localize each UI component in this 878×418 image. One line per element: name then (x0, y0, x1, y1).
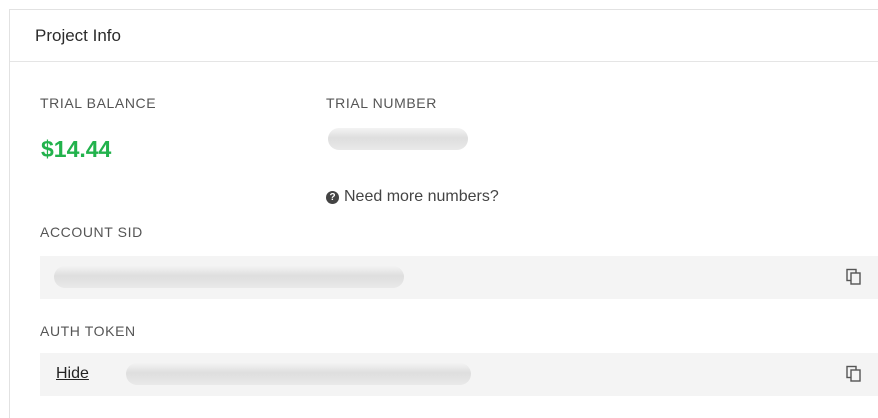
auth-token-redacted (126, 363, 471, 385)
need-more-numbers-link[interactable]: ? Need more numbers? (326, 188, 499, 206)
project-info-panel: Project Info TRIAL BALANCE $14.44 TRIAL … (9, 9, 878, 418)
account-sid-field (40, 256, 878, 299)
trial-number-label: TRIAL NUMBER (326, 95, 437, 111)
question-circle-icon: ? (326, 190, 339, 204)
panel-header: Project Info (10, 10, 878, 62)
trial-balance-value: $14.44 (41, 136, 112, 162)
hide-auth-token-link[interactable]: Hide (56, 365, 89, 383)
panel-title: Project Info (35, 25, 121, 45)
account-sid-label: ACCOUNT SID (40, 224, 143, 240)
trial-balance-label: TRIAL BALANCE (40, 95, 157, 111)
account-sid-redacted (54, 266, 404, 288)
copy-icon[interactable] (845, 268, 863, 286)
copy-icon[interactable] (845, 365, 863, 383)
auth-token-label: AUTH TOKEN (40, 323, 136, 339)
need-more-numbers-text: Need more numbers? (344, 188, 499, 205)
trial-number-redacted (328, 128, 468, 150)
auth-token-field: Hide (40, 353, 878, 396)
